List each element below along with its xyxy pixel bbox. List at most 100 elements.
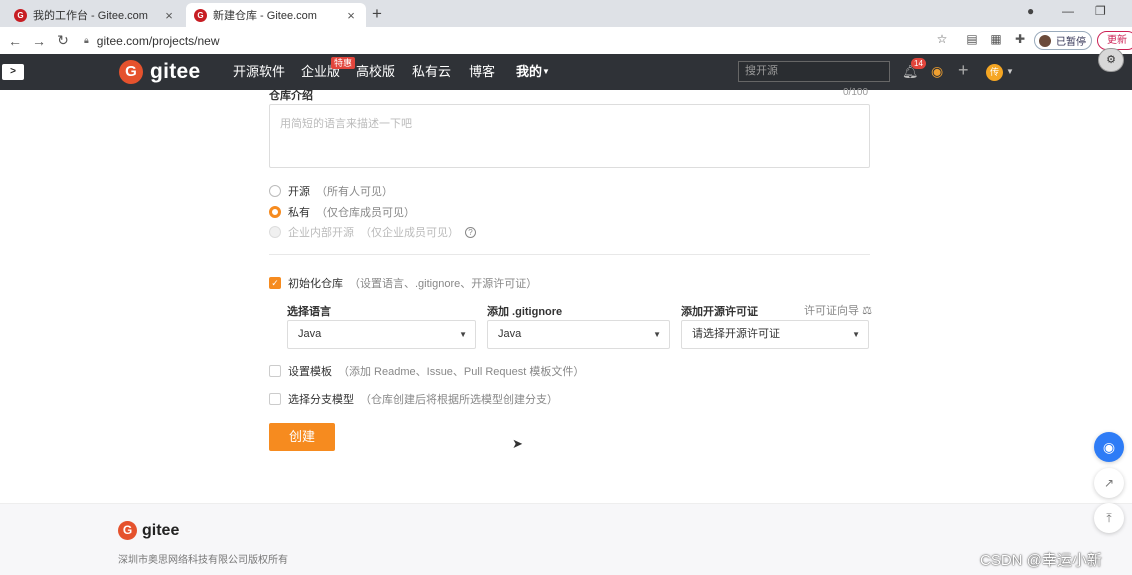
tab-label: 新建仓库 - Gitee.com [213, 10, 317, 22]
chevron-down-icon[interactable]: ▼ [1006, 67, 1014, 76]
tab-new-repo[interactable]: G 新建仓库 - Gitee.com × [186, 3, 366, 27]
chat-icon[interactable]: ◉ [1094, 432, 1124, 462]
close-icon[interactable]: × [162, 8, 176, 23]
language-select[interactable]: Java ▼ [287, 320, 476, 349]
template-checkbox[interactable] [269, 365, 281, 377]
option-hint: （仅企业成员可见） [360, 227, 459, 239]
gitignore-select[interactable]: Java ▼ [487, 320, 670, 349]
divider [269, 254, 870, 255]
license-wizard-link[interactable]: 许可证向导 ⚖︎ [804, 302, 872, 318]
mouse-cursor-icon: ➤ [512, 436, 523, 451]
feedback-icon[interactable]: ↗ [1094, 468, 1124, 498]
init-repo-checkbox-row[interactable]: ✓ 初始化仓库 （设置语言、.gitignore、开源许可证） [269, 275, 537, 291]
init-repo-hint: （设置语言、.gitignore、开源许可证） [349, 278, 538, 290]
lock-icon: 🔒︎ [84, 35, 89, 45]
bookmark-star-icon[interactable]: ☆ [934, 32, 950, 48]
branch-model-checkbox[interactable] [269, 393, 281, 405]
back-icon[interactable]: ← [3, 33, 27, 49]
notification-badge: 14 [911, 58, 926, 69]
radio-button[interactable] [269, 185, 281, 197]
intro-counter: 0/100 [843, 87, 869, 98]
nav-mine[interactable]: 我的 [516, 54, 542, 90]
address-bar: ← → ↻ 🔒︎ gitee.com/projects/new ☆ ▤ ▦ ✚ … [0, 27, 1132, 54]
gitee-logo-icon: G [118, 521, 137, 540]
footer-logo-text: gitee [142, 521, 180, 539]
close-icon[interactable]: × [344, 8, 358, 23]
profile-status: 已暂停 [1056, 37, 1086, 48]
branch-model-hint: （仓库创建后将根据所选模型创建分支） [360, 394, 558, 406]
branch-model-label: 选择分支模型 [288, 394, 354, 406]
intro-label: 仓库介绍 [269, 90, 313, 102]
language-label: 选择语言 [287, 306, 331, 318]
profile-paused-button[interactable]: 已暂停 [1034, 31, 1092, 50]
media-icon[interactable]: ● [1027, 4, 1034, 18]
new-tab-button[interactable]: + [372, 4, 382, 24]
caret-down-icon: ▼ [459, 330, 467, 339]
reload-icon[interactable]: ↻ [51, 32, 75, 49]
sidebar-toggle-button[interactable]: > [2, 64, 24, 80]
init-repo-label: 初始化仓库 [288, 278, 343, 290]
promo-badge: 特惠 [331, 57, 356, 69]
translate-icon[interactable]: ▦ [988, 32, 1004, 48]
footer-logo[interactable]: G gitee [118, 521, 179, 540]
url-text: gitee.com/projects/new [96, 33, 220, 48]
radio-button-selected[interactable] [269, 206, 281, 218]
visibility-private-option[interactable]: 私有 （仅仓库成员可见） [269, 204, 415, 220]
visibility-public-option[interactable]: 开源 （所有人可见） [269, 183, 393, 199]
copyright-text: 深圳市奥思网络科技有限公司版权所有 [118, 555, 288, 566]
minimize-icon[interactable]: — [1062, 4, 1074, 18]
gitee-logo[interactable]: G gitee [119, 60, 201, 84]
license-label: 添加开源许可证 [681, 306, 758, 318]
gitignore-value: Java [498, 328, 522, 340]
license-value: 请选择开源许可证 [692, 328, 780, 340]
help-icon[interactable]: ? [465, 226, 476, 238]
intro-textarea[interactable]: 用简短的语言来描述一下吧 [269, 104, 870, 168]
wizard-icon: ⚖︎ [862, 305, 872, 317]
gitee-favicon-icon: G [14, 8, 27, 22]
gitee-header: > G gitee 开源软件 企业版 特惠 高校版 私有云 博客 我的 ▼ 搜开… [0, 54, 1132, 90]
user-avatar[interactable]: 传 [986, 64, 1003, 81]
template-label: 设置模板 [288, 366, 332, 378]
chevron-down-icon: ▼ [542, 67, 550, 76]
puzzle-icon[interactable]: ✚ [1012, 32, 1028, 48]
extension-icon[interactable]: ▤ [964, 32, 980, 48]
maximize-icon[interactable]: ❐ [1095, 4, 1106, 18]
watermark: CSDN @幸运小新 [980, 552, 1102, 569]
tab-workspace[interactable]: G 我的工作台 - Gitee.com × [6, 3, 184, 27]
branch-model-checkbox-row[interactable]: 选择分支模型 （仓库创建后将根据所选模型创建分支） [269, 391, 558, 407]
nav-blog[interactable]: 博客 [469, 54, 495, 90]
radio-button-disabled [269, 226, 281, 238]
browser-tab-bar: G 我的工作台 - Gitee.com × G 新建仓库 - Gitee.com… [0, 0, 1132, 27]
tab-label: 我的工作台 - Gitee.com [33, 10, 148, 22]
option-label: 私有 [288, 207, 310, 219]
option-label: 开源 [288, 186, 310, 198]
option-hint: （所有人可见） [316, 186, 393, 198]
visibility-enterprise-option: 企业内部开源 （仅企业成员可见） ? [269, 224, 476, 240]
caret-down-icon: ▼ [653, 330, 661, 339]
gitee-logo-icon: G [119, 60, 143, 84]
init-repo-checkbox[interactable]: ✓ [269, 277, 281, 289]
plus-icon[interactable]: + [958, 60, 969, 81]
footer: G gitee 深圳市奥思网络科技有限公司版权所有 CSDN @幸运小新 [0, 503, 1132, 575]
license-select[interactable]: 请选择开源许可证 ▼ [681, 320, 869, 349]
logo-text: gitee [150, 60, 201, 83]
url-field[interactable]: 🔒︎ gitee.com/projects/new [84, 31, 220, 50]
license-wizard-text: 许可证向导 [804, 305, 859, 317]
forward-icon[interactable]: → [27, 33, 51, 49]
template-hint: （添加 Readme、Issue、Pull Request 模板文件） [338, 366, 585, 378]
gitignore-label: 添加 .gitignore [487, 306, 563, 318]
nav-university[interactable]: 高校版 [356, 54, 395, 90]
option-label: 企业内部开源 [288, 227, 354, 239]
nav-private-cloud[interactable]: 私有云 [412, 54, 451, 90]
search-input[interactable]: 搜开源 [738, 61, 890, 82]
gitee-favicon-icon: G [194, 8, 207, 22]
lightbulb-icon[interactable]: ◉ [931, 63, 943, 80]
nav-open-source[interactable]: 开源软件 [233, 54, 285, 90]
create-button[interactable]: 创建 [269, 423, 335, 451]
back-to-top-icon[interactable]: ⤒ [1094, 503, 1124, 533]
floating-extension-icon[interactable]: ⚙︎ [1098, 48, 1124, 72]
template-checkbox-row[interactable]: 设置模板 （添加 Readme、Issue、Pull Request 模板文件） [269, 363, 584, 379]
language-value: Java [298, 328, 322, 340]
profile-avatar [1039, 34, 1051, 47]
update-button[interactable]: 更新 [1097, 31, 1132, 50]
